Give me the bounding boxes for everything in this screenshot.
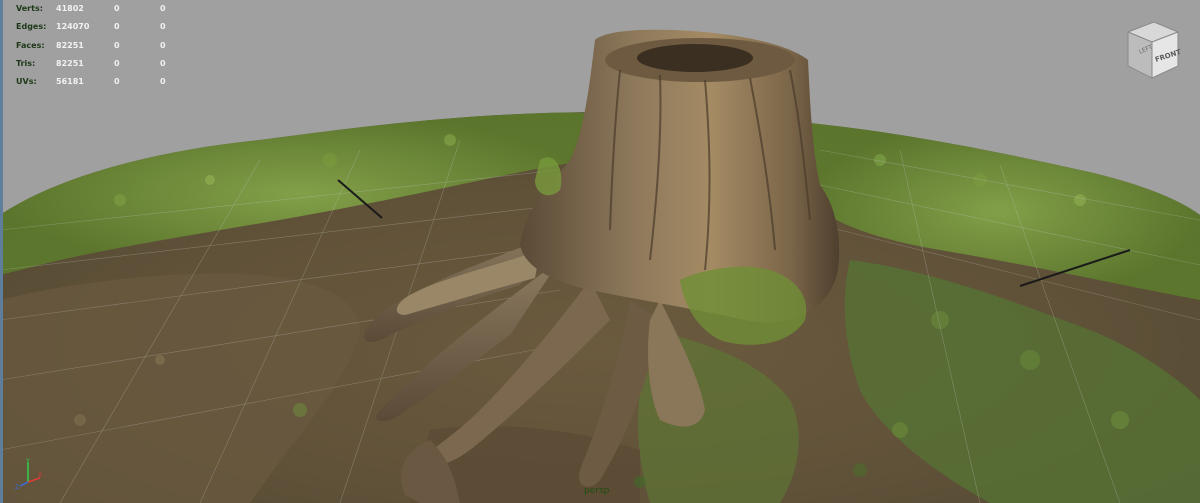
stump-hollow-inner [637,44,753,72]
axis-y-label: Y [25,458,30,465]
hud-label: Verts: [16,4,43,13]
viewport-3d[interactable]: Verts: 41802 0 0 Edges: 124070 0 0 Faces… [0,0,1200,503]
hud-total: 124070 [56,22,90,32]
hud-label: Faces: [16,40,45,50]
hud-component: 0 [160,4,166,13]
axis-gizmo-icon: Y X Z [15,458,42,490]
hud-total: 82251 [56,40,84,50]
hud-total: 82251 [56,58,84,68]
poly-count-hud: Verts: 41802 0 0 Edges: 124070 0 0 Faces… [16,0,180,91]
viewport-border [0,0,3,503]
hud-label: UVs: [16,77,37,87]
hud-component: 0 [160,22,166,32]
camera-name: persp [584,486,610,496]
hud-row-uvs: UVs: 56181 0 0 [16,73,180,91]
hud-total: 41802 [56,4,84,13]
hud-row-faces: Faces: 82251 0 0 [16,37,180,55]
hud-selected: 0 [114,22,120,32]
hud-label: Edges: [16,22,47,32]
scene-render[interactable] [0,0,1200,503]
hud-selected: 0 [114,58,120,68]
hud-row-tris: Tris: 82251 0 0 [16,55,180,73]
hud-component: 0 [160,77,166,87]
axis-x-label: X [38,472,42,479]
viewcube-icon[interactable]: LEFT FRONT [1120,18,1184,84]
hud-selected: 0 [114,77,120,87]
hud-component: 0 [160,58,166,68]
hud-total: 56181 [56,77,84,87]
hud-selected: 0 [114,40,120,50]
hud-component: 0 [160,40,166,50]
hud-selected: 0 [114,4,120,13]
hud-row-verts: Verts: 41802 0 0 [16,0,180,18]
hud-row-edges: Edges: 124070 0 0 [16,18,180,36]
axis-z-label: Z [15,484,19,490]
hud-label: Tris: [16,58,36,68]
